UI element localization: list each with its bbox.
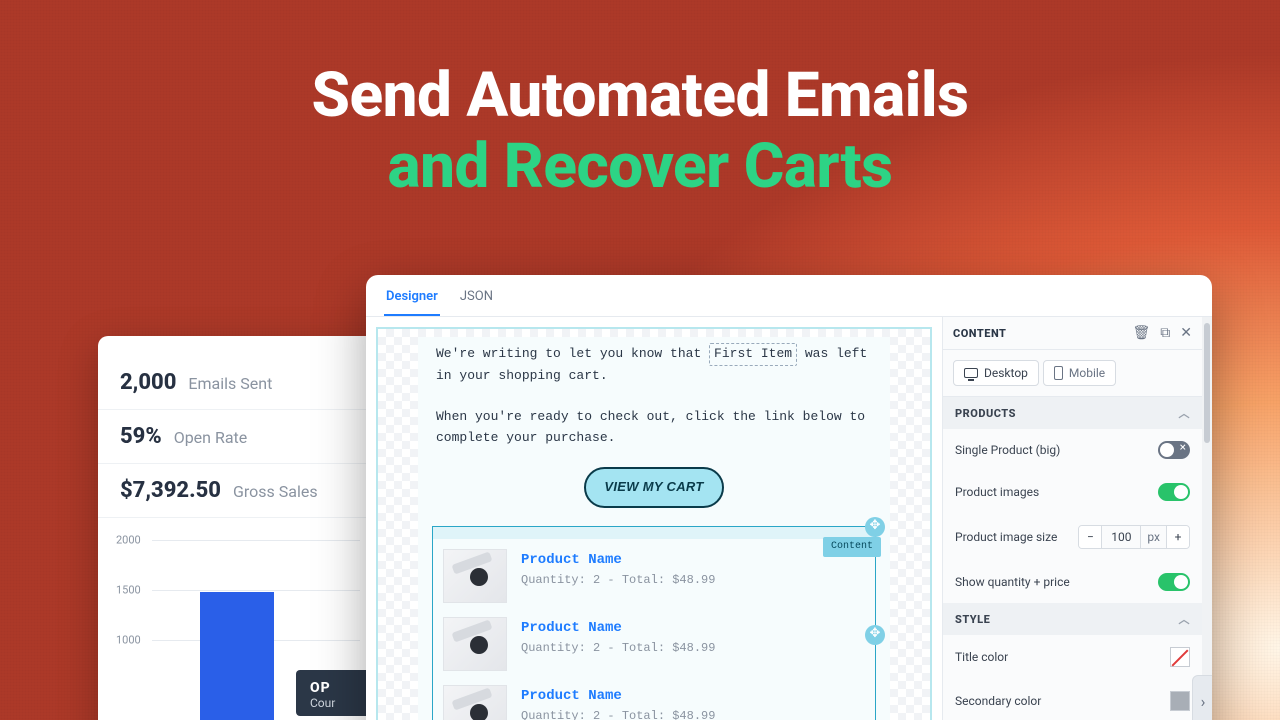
product-title: Product Name bbox=[521, 549, 715, 571]
designer-panel: Designer JSON We're writing to let you k… bbox=[366, 275, 1212, 720]
close-icon[interactable]: ✕ bbox=[1180, 325, 1192, 341]
tab-designer[interactable]: Designer bbox=[384, 283, 440, 316]
control-secondary-color: Secondary color bbox=[943, 679, 1202, 720]
sidebar-scrollbar[interactable] bbox=[1202, 317, 1212, 720]
y-tick: 1500 bbox=[116, 584, 141, 597]
stepper-unit: px bbox=[1141, 526, 1167, 548]
text: We're writing to let you know that bbox=[436, 346, 709, 361]
control-product-image-size: Product image size − 100 px + bbox=[943, 513, 1202, 561]
label: Show quantity + price bbox=[955, 575, 1070, 589]
properties-sidebar: CONTENT 🗑 ⧉ ✕ Desktop Mobile bbox=[942, 317, 1212, 720]
label: Secondary color bbox=[955, 694, 1041, 708]
stat-value: 59% bbox=[120, 424, 162, 449]
label: STYLE bbox=[955, 613, 990, 626]
stat-label: Gross Sales bbox=[233, 482, 318, 501]
tab-json[interactable]: JSON bbox=[458, 283, 495, 316]
color-swatch-secondary[interactable] bbox=[1170, 691, 1190, 711]
headline-line-2: and Recover Carts bbox=[388, 130, 893, 203]
stats-card: 2,000 Emails Sent 59% Open Rate $7,392.5… bbox=[98, 336, 378, 720]
section-style-header[interactable]: STYLE ︿ bbox=[943, 603, 1202, 635]
stat-value: 2,000 bbox=[120, 370, 176, 395]
view-my-cart-button[interactable]: VIEW MY CART bbox=[584, 467, 724, 508]
email-paragraph: When you're ready to check out, click th… bbox=[436, 407, 872, 449]
device-desktop-button[interactable]: Desktop bbox=[953, 360, 1039, 386]
delete-icon[interactable]: 🗑 bbox=[1132, 325, 1150, 341]
headline-line-1: Send Automated Emails bbox=[312, 59, 969, 132]
drag-handle-icon[interactable]: ✥ bbox=[865, 625, 885, 645]
move-handle-icon[interactable]: ✥ bbox=[865, 517, 885, 537]
chevron-up-icon: ︿ bbox=[1179, 611, 1191, 627]
product-meta: Quantity: 2 - Total: $48.99 bbox=[521, 639, 715, 658]
section-products-header[interactable]: PRODUCTS ︿ bbox=[943, 397, 1202, 429]
product-thumbnail bbox=[443, 549, 507, 603]
label: Single Product (big) bbox=[955, 443, 1060, 457]
collapse-sidebar-button[interactable]: › bbox=[1192, 675, 1212, 720]
device-toggle: Desktop Mobile bbox=[943, 350, 1202, 397]
mobile-icon bbox=[1054, 366, 1063, 380]
scrollbar-thumb[interactable] bbox=[1204, 323, 1210, 443]
y-tick: 1000 bbox=[116, 634, 141, 647]
email-canvas[interactable]: We're writing to let you know that First… bbox=[376, 327, 932, 720]
bar-chart: 2000 1500 1000 OP Cour bbox=[116, 532, 360, 720]
merge-token-first-item[interactable]: First Item bbox=[709, 343, 797, 366]
block-header-bar bbox=[433, 527, 875, 539]
control-show-qty-price: Show quantity + price bbox=[943, 561, 1202, 603]
product-row[interactable]: Product Name Quantity: 2 - Total: $48.99 bbox=[433, 675, 875, 720]
image-size-stepper: − 100 px + bbox=[1078, 525, 1190, 549]
control-product-images: Product images bbox=[943, 471, 1202, 513]
product-title: Product Name bbox=[521, 685, 715, 707]
tooltip-sub: Cour bbox=[310, 696, 370, 710]
tooltip-title: OP bbox=[310, 680, 370, 696]
toggle-single-product[interactable] bbox=[1158, 441, 1190, 459]
stat-value: $7,392.50 bbox=[120, 478, 221, 503]
content-chip: Content bbox=[823, 537, 881, 557]
product-row[interactable]: Product Name Quantity: 2 - Total: $48.99 bbox=[433, 607, 875, 675]
product-row[interactable]: Product Name Quantity: 2 - Total: $48.99 bbox=[433, 539, 875, 607]
label: Title color bbox=[955, 650, 1008, 664]
gridline bbox=[152, 540, 360, 541]
chevron-up-icon: ︿ bbox=[1179, 405, 1191, 421]
control-single-product: Single Product (big) bbox=[943, 429, 1202, 471]
stat-label: Open Rate bbox=[174, 428, 248, 447]
color-swatch-title[interactable] bbox=[1170, 647, 1190, 667]
product-thumbnail bbox=[443, 617, 507, 671]
stat-open-rate: 59% Open Rate bbox=[98, 410, 378, 464]
y-tick: 2000 bbox=[116, 534, 141, 547]
label: PRODUCTS bbox=[955, 407, 1016, 420]
desktop-icon bbox=[964, 368, 978, 378]
product-meta: Quantity: 2 - Total: $48.99 bbox=[521, 571, 715, 590]
stepper-minus-button[interactable]: − bbox=[1079, 526, 1101, 548]
duplicate-icon[interactable]: ⧉ bbox=[1160, 325, 1170, 341]
designer-tabs: Designer JSON bbox=[366, 275, 1212, 317]
product-meta: Quantity: 2 - Total: $48.99 bbox=[521, 707, 715, 720]
product-title: Product Name bbox=[521, 617, 715, 639]
sidebar-title: CONTENT bbox=[953, 327, 1006, 340]
gridline bbox=[152, 590, 360, 591]
toggle-show-qty-price[interactable] bbox=[1158, 573, 1190, 591]
marketing-headline: Send Automated Emails and Recover Carts bbox=[0, 60, 1280, 203]
email-paragraph: We're writing to let you know that First… bbox=[436, 343, 872, 387]
chart-bar bbox=[200, 592, 274, 720]
device-mobile-button[interactable]: Mobile bbox=[1043, 360, 1116, 386]
label: Product image size bbox=[955, 530, 1057, 544]
email-body[interactable]: We're writing to let you know that First… bbox=[418, 337, 890, 720]
sidebar-header: CONTENT 🗑 ⧉ ✕ bbox=[943, 317, 1202, 350]
label: Desktop bbox=[984, 366, 1028, 380]
label: Mobile bbox=[1069, 366, 1105, 380]
control-title-color: Title color bbox=[943, 635, 1202, 679]
products-block[interactable]: ✥ Content ✥ Product Name Quantity: 2 - T… bbox=[432, 526, 876, 720]
workbench: We're writing to let you know that First… bbox=[366, 317, 1212, 720]
canvas-column: We're writing to let you know that First… bbox=[366, 317, 942, 720]
label: Product images bbox=[955, 485, 1039, 499]
stat-gross-sales: $7,392.50 Gross Sales bbox=[98, 464, 378, 518]
stat-emails-sent: 2,000 Emails Sent bbox=[98, 356, 378, 410]
toggle-product-images[interactable] bbox=[1158, 483, 1190, 501]
stepper-plus-button[interactable]: + bbox=[1167, 526, 1189, 548]
stepper-value[interactable]: 100 bbox=[1101, 526, 1141, 548]
product-thumbnail bbox=[443, 685, 507, 720]
stat-label: Emails Sent bbox=[188, 374, 272, 393]
